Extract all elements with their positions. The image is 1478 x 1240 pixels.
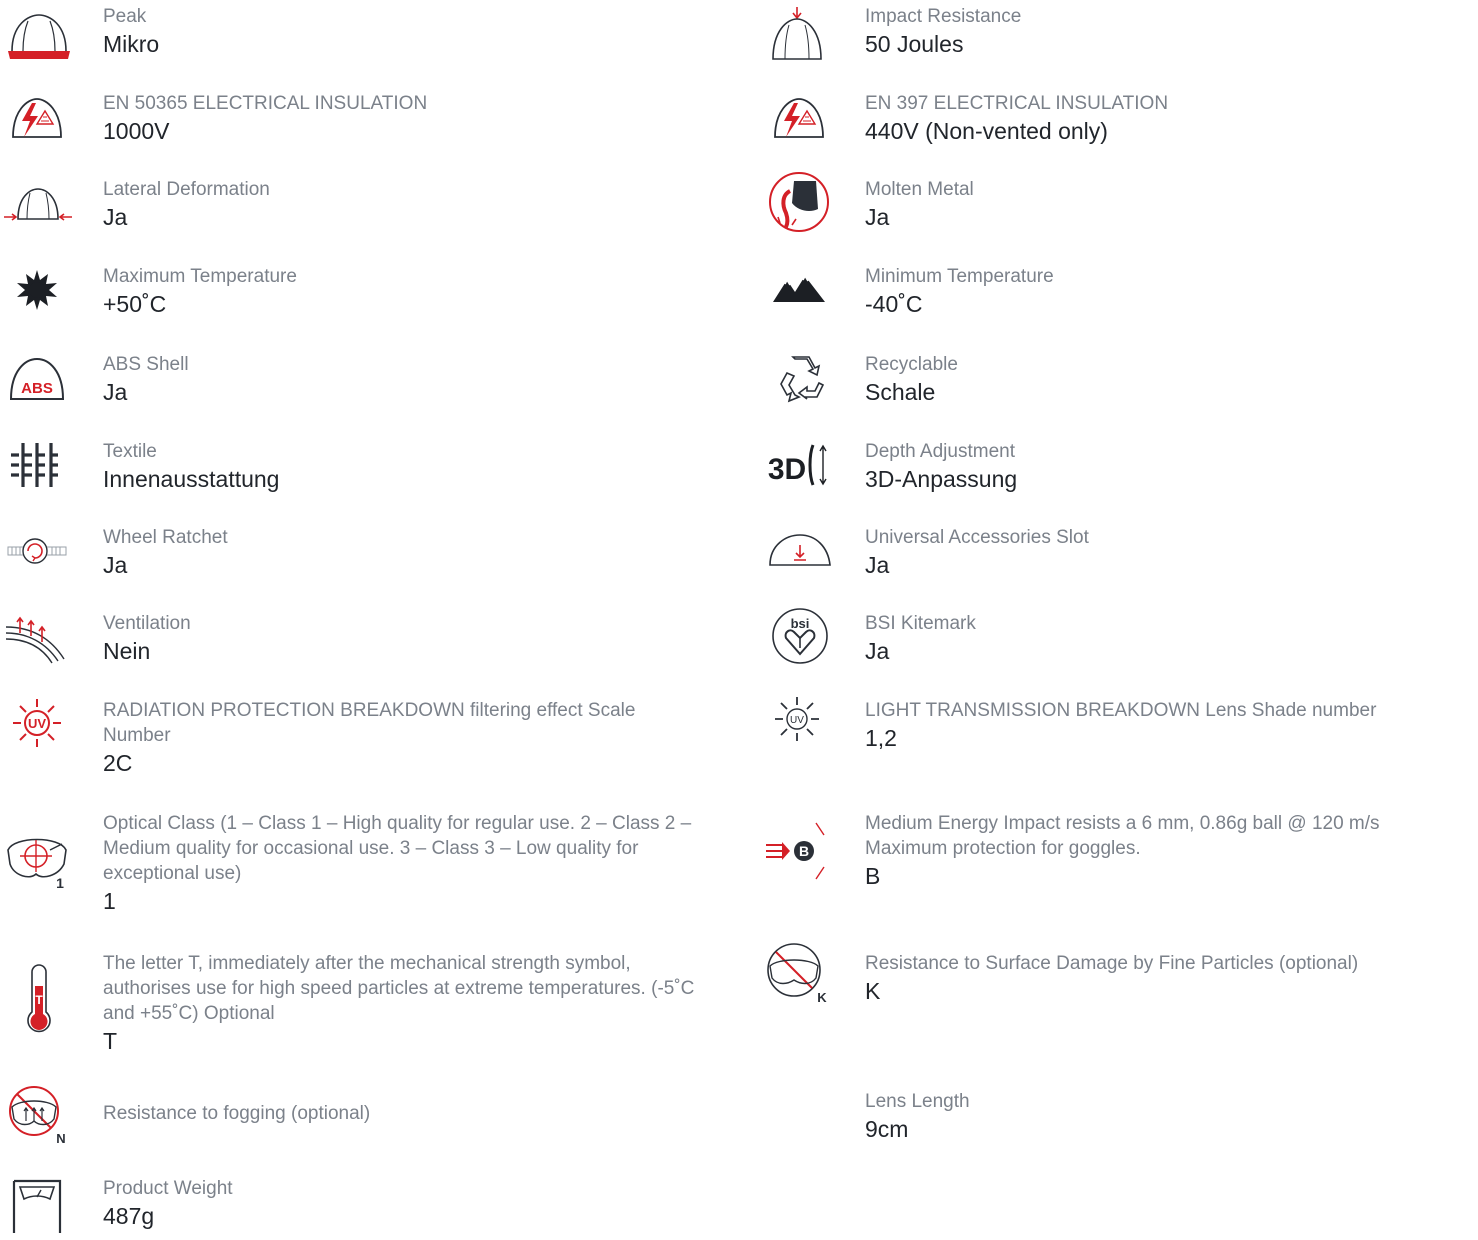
impact-b-icon-text: B (799, 843, 809, 859)
spec-label: Impact Resistance (865, 6, 1022, 27)
impact-resistance-icon (760, 0, 834, 74)
ventilation-icon (0, 601, 74, 675)
spec-value: T (103, 1028, 118, 1054)
helmet-peak-icon (2, 0, 76, 74)
spec-label: Universal Accessories Slot (865, 527, 1089, 548)
spec-value: Nein (103, 638, 151, 664)
spec-value: 1 (103, 888, 116, 914)
spec-label: Recyclable (865, 354, 958, 375)
spec-value: Ja (865, 204, 890, 230)
spec-label: Resistance to fogging (optional) (103, 1103, 371, 1124)
uv-radiation-icon: UV (0, 686, 74, 760)
spec-label: Optical Class (1 – Class 1 – High qualit… (103, 813, 692, 884)
spec-label: EN 397 ELECTRICAL INSULATION (865, 93, 1169, 114)
spec-label: EN 50365 ELECTRICAL INSULATION (103, 93, 428, 114)
spec-value: +50˚C (103, 291, 167, 317)
fog-icon-text: N (56, 1131, 65, 1146)
spec-label: Resistance to Surface Damage by Fine Par… (865, 953, 1359, 974)
thermometer-icon-text: T (35, 993, 43, 1007)
mountains-cold-icon (762, 253, 836, 327)
spec-value: 440V (Non-vented only) (865, 118, 1108, 144)
spec-value: -40˚C (865, 291, 923, 317)
textile-grid-icon (0, 428, 74, 502)
medium-energy-impact-icon: B (760, 813, 834, 887)
spec-label: Medium Energy Impact resists a 6 mm, 0.8… (865, 813, 1380, 859)
spec-label: Ventilation (103, 613, 191, 634)
optical-class-icon: 1 (0, 818, 74, 892)
electrical-insulation-icon (0, 82, 74, 156)
spec-label: Wheel Ratchet (103, 527, 228, 548)
optical-icon-text: 1 (56, 875, 64, 891)
spec-value: 3D-Anpassung (865, 466, 1018, 492)
spec-value: 1,2 (865, 725, 897, 751)
spec-value: B (865, 863, 881, 889)
light-transmission-icon: UV (760, 682, 834, 756)
spec-label: ABS Shell (103, 354, 189, 375)
spec-value: 2C (103, 750, 133, 776)
spec-label: Lens Length (865, 1091, 970, 1112)
spec-label: Product Weight (103, 1178, 233, 1199)
spec-value: Ja (865, 552, 890, 578)
spec-value: Ja (865, 638, 890, 664)
spec-value: Mikro (103, 31, 160, 57)
spec-label: Molten Metal (865, 179, 974, 200)
abs-shell-icon: ABS (0, 342, 74, 416)
spec-label: BSI Kitemark (865, 613, 976, 634)
uv-icon-text: UV (28, 716, 46, 731)
sun-heat-icon (0, 253, 74, 327)
spec-value: 50 Joules (865, 31, 964, 57)
light-uv-icon-text: UV (790, 715, 804, 726)
spec-value: Innenausstattung (103, 466, 280, 492)
spec-label: Peak (103, 6, 147, 27)
spec-value: 1000V (103, 118, 170, 144)
spec-label: Lateral Deformation (103, 179, 270, 200)
spec-value: Ja (103, 204, 128, 230)
spec-label: Depth Adjustment (865, 441, 1015, 462)
recycle-icon (764, 340, 838, 414)
spec-label: LIGHT TRANSMISSION BREAKDOWN Lens Shade … (865, 700, 1377, 721)
spec-value: Ja (103, 379, 128, 405)
wheel-ratchet-icon (0, 514, 74, 588)
molten-metal-icon (762, 165, 836, 239)
spec-label: RADIATION PROTECTION BREAKDOWN filtering… (103, 700, 636, 746)
spec-label: Textile (103, 441, 157, 462)
abs-icon-text: ABS (21, 380, 53, 397)
spec-value: Ja (103, 552, 128, 578)
lateral-deformation-icon (1, 167, 75, 241)
accessory-slot-icon (762, 514, 836, 588)
spec-label: Minimum Temperature (865, 266, 1054, 287)
bsi-icon-text: bsi (791, 616, 810, 631)
spec-value: Schale (865, 379, 936, 405)
depth-adjustment-3d-icon: 3D (762, 428, 836, 502)
spec-label: The letter T, immediately after the mech… (103, 953, 695, 1024)
anti-fog-icon: N (0, 1077, 74, 1151)
thermometer-icon: T (2, 964, 76, 1038)
spec-label: Maximum Temperature (103, 266, 297, 287)
surface-damage-icon: K (760, 934, 834, 1008)
bsi-kitemark-icon: bsi (763, 599, 837, 673)
electrical-insulation-icon (762, 82, 836, 156)
spec-value: 9cm (865, 1116, 909, 1142)
3d-icon-text: 3D (768, 453, 806, 486)
surface-k-icon-text: K (817, 990, 827, 1005)
spec-value: K (865, 978, 881, 1004)
spec-value: 487g (103, 1203, 155, 1229)
